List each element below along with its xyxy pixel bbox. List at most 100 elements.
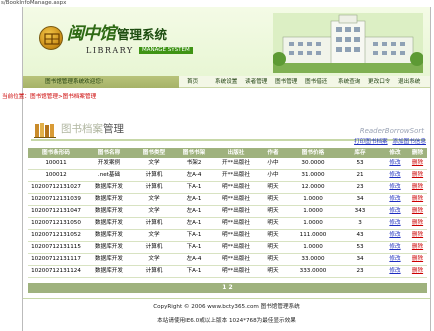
logo-script-text: 闽中馆 — [67, 24, 116, 44]
delete-link[interactable]: 删除 — [408, 265, 427, 278]
edit-link[interactable]: 修改 — [382, 158, 408, 170]
col-author: 作者 — [258, 148, 288, 158]
delete-link[interactable]: 删除 — [408, 241, 427, 254]
barcode-cell: 10200712131047 — [28, 205, 84, 218]
edit-link[interactable]: 修改 — [382, 265, 408, 278]
book-name-cell: 数据库开发 — [84, 265, 134, 278]
publisher-cell: 明**出版社 — [214, 205, 258, 218]
publisher-cell: 明**出版社 — [214, 217, 258, 230]
publisher-cell: 明**出版社 — [214, 265, 258, 278]
edit-link[interactable]: 修改 — [382, 181, 408, 194]
price-cell: 30.0000 — [288, 158, 338, 170]
header-banner: 闽中馆 管理系统 LIBRARY MANAGE SYSTEM — [23, 7, 430, 76]
main-nav: 首页 系统设置 读者管理 图书管理 图书借还 系统查询 更改口令 退出系统 — [179, 76, 430, 88]
book-name-cell: 数据库开发 — [84, 253, 134, 266]
barcode-cell: 100011 — [28, 158, 84, 170]
author-cell: 明天 — [258, 241, 288, 254]
price-cell: 1.0000 — [288, 217, 338, 230]
price-cell: 1.0000 — [288, 241, 338, 254]
edit-link[interactable]: 修改 — [382, 241, 408, 254]
nav-reader-management[interactable]: 读者管理 — [245, 76, 267, 88]
publisher-cell: 明**出版社 — [214, 181, 258, 194]
system-title: 管理系统 — [117, 27, 168, 42]
url-text: s/BookInfoManage.aspx — [1, 0, 67, 6]
author-cell: 明天 — [258, 265, 288, 278]
barcode-cell: 100012 — [28, 169, 84, 182]
browser-recommendation: 本站请使用IE6.0或以上版本 1024*768为最佳显示效果 — [157, 318, 296, 324]
edit-link[interactable]: 修改 — [382, 229, 408, 242]
watermark-text: ReaderBorrowSort — [359, 127, 424, 135]
page-container: 闽中馆 管理系统 LIBRARY MANAGE SYSTEM 图书馆管理系统欢迎… — [2, 7, 431, 331]
stock-cell: 21 — [338, 169, 382, 182]
author-cell: 明天 — [258, 229, 288, 242]
table-row: 10200712131050 数据库开发 计算机 左A-1 明**出版社 明天 1.0000… — [28, 217, 427, 230]
price-cell: 1.0000 — [288, 193, 338, 206]
price-cell: 12.0000 — [288, 181, 338, 194]
address-bar[interactable]: s/BookInfoManage.aspx — [0, 0, 434, 6]
delete-link[interactable]: 删除 — [408, 253, 427, 266]
book-type-cell: 文学 — [134, 193, 174, 206]
stock-cell: 23 — [338, 181, 382, 194]
delete-link[interactable]: 删除 — [408, 169, 427, 182]
table-row: 10200712131039 数据库开发 文学 左A-1 明**出版社 明天 1.0000 3… — [28, 193, 427, 206]
section-title-main: 管理 — [103, 123, 124, 135]
edit-link[interactable]: 修改 — [382, 217, 408, 230]
logo-library-text: LIBRARY — [86, 46, 134, 55]
barcode-cell: 10200712131052 — [28, 229, 84, 242]
breadcrumb: 当前位置：图书馆管理>图书档案管理 — [2, 94, 97, 100]
barcode-cell: 10200712131124 — [28, 265, 84, 278]
book-type-cell: 计算机 — [134, 181, 174, 194]
book-type-cell: 文学 — [134, 253, 174, 266]
author-cell: 明天 — [258, 217, 288, 230]
bookshelf-cell: 左A-1 — [174, 217, 214, 230]
price-cell: 31.0000 — [288, 169, 338, 182]
add-book-link[interactable]: 添加图书信息 — [392, 139, 426, 145]
col-bookshelf: 图书书架 — [174, 148, 214, 158]
col-barcode: 图书条形码 — [28, 148, 84, 158]
publisher-cell: 开**出版社 — [214, 169, 258, 182]
delete-link[interactable]: 删除 — [408, 193, 427, 206]
stock-cell: 53 — [338, 158, 382, 170]
author-cell: 明天 — [258, 205, 288, 218]
bookshelf-cell: 下A-1 — [174, 229, 214, 242]
nav-book-borrow-return[interactable]: 图书借还 — [305, 76, 327, 88]
barcode-cell: 10200712131117 — [28, 253, 84, 266]
print-archive-link[interactable]: 打印图书档案 — [354, 139, 388, 145]
book-type-cell: 文学 — [134, 229, 174, 242]
bookshelf-cell: 左A-1 — [174, 205, 214, 218]
delete-link[interactable]: 删除 — [408, 217, 427, 230]
book-name-cell: 数据库开发 — [84, 217, 134, 230]
stock-cell: 34 — [338, 193, 382, 206]
book-type-cell: 计算机 — [134, 217, 174, 230]
edit-link[interactable]: 修改 — [382, 253, 408, 266]
table-row: 10200712131124 数据库开发 计算机 下A-1 明**出版社 明天 333.00… — [28, 265, 427, 278]
welcome-message: 图书馆管理系统欢迎您! — [23, 76, 179, 88]
author-cell: 明天 — [258, 181, 288, 194]
nav-home[interactable]: 首页 — [187, 76, 198, 88]
pagination[interactable]: 1 2 — [28, 283, 427, 293]
delete-link[interactable]: 删除 — [408, 158, 427, 170]
col-delete: 删除 — [408, 148, 427, 158]
table-row: 10200712131115 数据库开发 计算机 下A-1 明**出版社 明天 1.0000… — [28, 241, 427, 254]
stock-cell: 43 — [338, 229, 382, 242]
table-actions: 打印图书档案 添加图书信息 — [351, 137, 426, 145]
publisher-cell: 明**出版社 — [214, 253, 258, 266]
delete-link[interactable]: 删除 — [408, 229, 427, 242]
bookshelf-cell: 左A-4 — [174, 169, 214, 182]
edit-link[interactable]: 修改 — [382, 193, 408, 206]
delete-link[interactable]: 删除 — [408, 181, 427, 194]
author-cell: 小中 — [258, 158, 288, 170]
edit-link[interactable]: 修改 — [382, 169, 408, 182]
table-row: 10200712131117 数据库开发 文学 左A-4 明**出版社 明天 33.0000… — [28, 253, 427, 266]
book-name-cell: 数据库开发 — [84, 181, 134, 194]
nav-change-password[interactable]: 更改口令 — [368, 76, 390, 88]
col-publisher: 出版社 — [214, 148, 258, 158]
nav-system-settings[interactable]: 系统设置 — [215, 76, 237, 88]
nav-logout[interactable]: 退出系统 — [398, 76, 420, 88]
nav-system-query[interactable]: 系统查询 — [338, 76, 360, 88]
delete-link[interactable]: 删除 — [408, 205, 427, 218]
edit-link[interactable]: 修改 — [382, 205, 408, 218]
price-cell: 111.0000 — [288, 229, 338, 242]
nav-book-management[interactable]: 图书管理 — [275, 76, 297, 88]
book-name-cell: 数据库开发 — [84, 205, 134, 218]
